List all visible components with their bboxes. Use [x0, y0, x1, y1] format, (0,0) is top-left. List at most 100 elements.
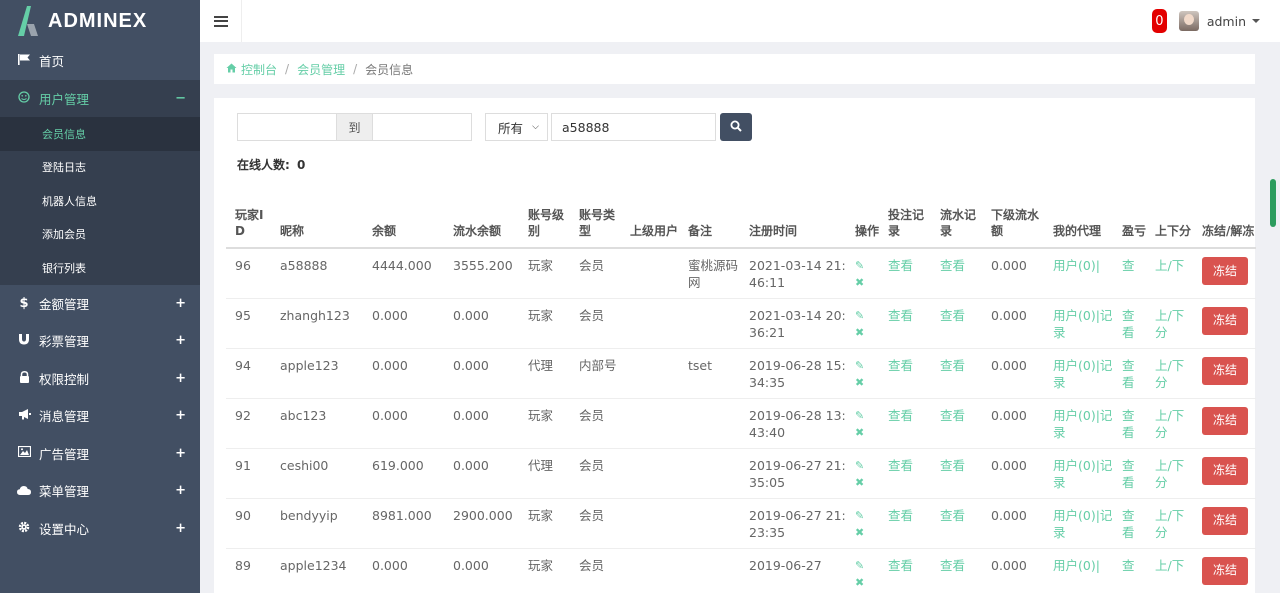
up-down-link[interactable]: 上/下分	[1146, 448, 1193, 499]
username[interactable]: admin	[1207, 14, 1246, 29]
up-down-link[interactable]: 上/下分	[1146, 498, 1193, 549]
profit-loss-link[interactable]: 查看	[1113, 398, 1146, 449]
up-down-link[interactable]: 上/下分	[1146, 398, 1193, 449]
sidebar-item-home[interactable]: 首页	[0, 42, 200, 80]
sidebar-item-lottery[interactable]: 彩票管理 +	[0, 322, 200, 360]
bet-records-link[interactable]: 查看	[879, 248, 931, 299]
flow-records-link[interactable]: 查看	[931, 298, 982, 349]
delete-icon[interactable]: ✖	[855, 376, 864, 389]
freeze-button[interactable]: 冻结	[1202, 257, 1248, 285]
delete-icon[interactable]: ✖	[855, 526, 864, 539]
flow-records-link[interactable]: 查看	[931, 548, 982, 593]
freeze-button[interactable]: 冻结	[1202, 456, 1248, 485]
logo[interactable]: ADMINEX	[0, 0, 200, 42]
sidebar-item-messages[interactable]: 消息管理 +	[0, 397, 200, 435]
filter-select[interactable]: 所有 ⌵	[485, 113, 548, 141]
sidebar-item-ads[interactable]: 广告管理 +	[0, 435, 200, 473]
menu-toggle-button[interactable]	[200, 0, 242, 42]
cell-id: 92	[226, 398, 271, 449]
flow-records-link[interactable]: 查看	[931, 248, 982, 299]
profit-loss-link[interactable]: 查	[1113, 548, 1146, 593]
bet-records-link[interactable]: 查看	[879, 498, 931, 549]
cell-flow: 3555.200	[444, 248, 519, 299]
my-agent-link[interactable]: 用户(0)|记录	[1044, 498, 1113, 549]
cell-balance: 0.000	[363, 548, 444, 593]
edit-icon[interactable]: ✎	[855, 559, 864, 572]
sidebar-item-users[interactable]: 用户管理 −	[0, 79, 200, 117]
expand-icon[interactable]: +	[175, 446, 186, 461]
expand-icon[interactable]: +	[175, 521, 186, 536]
up-down-link[interactable]: 上/下分	[1146, 298, 1193, 349]
freeze-button[interactable]: 冻结	[1202, 306, 1248, 335]
sidebar-subitem-bank-list[interactable]: 银行列表	[0, 251, 200, 285]
sidebar-item-settings[interactable]: 设置中心 +	[0, 510, 200, 548]
cell-subflow: 0.000	[982, 548, 1044, 593]
up-down-link[interactable]: 上/下分	[1146, 348, 1193, 399]
expand-icon[interactable]: +	[175, 408, 186, 423]
sidebar-item-money[interactable]: $ 金额管理 +	[0, 285, 200, 323]
freeze-button[interactable]: 冻结	[1202, 356, 1248, 385]
sidebar-subitem-login-log[interactable]: 登陆日志	[0, 151, 200, 185]
my-agent-link[interactable]: 用户(0)|记录	[1044, 348, 1113, 399]
up-down-link[interactable]: 上/下	[1146, 548, 1193, 593]
delete-icon[interactable]: ✖	[855, 576, 864, 589]
edit-icon[interactable]: ✎	[855, 409, 864, 422]
flow-records-link[interactable]: 查看	[931, 498, 982, 549]
my-agent-link[interactable]: 用户(0)|	[1044, 548, 1113, 593]
flow-records-link[interactable]: 查看	[931, 398, 982, 449]
bet-records-link[interactable]: 查看	[879, 298, 931, 349]
search-button[interactable]	[720, 113, 752, 141]
avatar[interactable]	[1178, 11, 1199, 31]
notification-badge[interactable]: 0	[1151, 9, 1167, 33]
bet-records-link[interactable]: 查看	[879, 348, 931, 399]
edit-icon[interactable]: ✎	[855, 459, 864, 472]
expand-icon[interactable]: +	[175, 371, 186, 386]
content-panel: 到 所有 ⌵ a58888 在线人数: 0 玩家ID 昵称 余额 流水余额 账号级别 账号…	[214, 98, 1256, 593]
delete-icon[interactable]: ✖	[855, 326, 864, 339]
logo-icon	[18, 6, 40, 36]
cell-nick: abc123	[271, 398, 363, 449]
expand-icon[interactable]: +	[175, 333, 186, 348]
sidebar-subitem-add-member[interactable]: 添加会员	[0, 218, 200, 252]
my-agent-link[interactable]: 用户(0)|记录	[1044, 398, 1113, 449]
sidebar-subitem-member-info[interactable]: 会员信息	[0, 117, 200, 151]
my-agent-link[interactable]: 用户(0)|记录	[1044, 448, 1113, 499]
profit-loss-link[interactable]: 查	[1113, 248, 1146, 299]
edit-icon[interactable]: ✎	[855, 259, 864, 272]
profit-loss-link[interactable]: 查看	[1113, 498, 1146, 549]
profit-loss-link[interactable]: 查看	[1113, 348, 1146, 399]
flow-records-link[interactable]: 查看	[931, 448, 982, 499]
bet-records-link[interactable]: 查看	[879, 398, 931, 449]
edit-icon[interactable]: ✎	[855, 359, 864, 372]
edit-icon[interactable]: ✎	[855, 309, 864, 322]
breadcrumb-parent-link[interactable]: 会员管理	[297, 61, 345, 78]
sidebar-subitem-robot-info[interactable]: 机器人信息	[0, 184, 200, 218]
sidebar-item-permissions[interactable]: 权限控制 +	[0, 360, 200, 398]
freeze-button[interactable]: 冻结	[1202, 506, 1248, 535]
bet-records-link[interactable]: 查看	[879, 448, 931, 499]
keyword-input[interactable]: a58888	[551, 113, 716, 141]
collapse-icon[interactable]: −	[175, 91, 186, 106]
my-agent-link[interactable]: 用户(0)|记录	[1044, 298, 1113, 349]
caret-down-icon[interactable]	[1252, 19, 1260, 23]
freeze-button[interactable]: 冻结	[1202, 406, 1248, 435]
delete-icon[interactable]: ✖	[855, 476, 864, 489]
delete-icon[interactable]: ✖	[855, 426, 864, 439]
up-down-link[interactable]: 上/下	[1146, 248, 1193, 299]
freeze-button[interactable]: 冻结	[1202, 556, 1248, 585]
date-from-input[interactable]	[237, 113, 337, 141]
cell-balance: 0.000	[363, 348, 444, 399]
my-agent-link[interactable]: 用户(0)|	[1044, 248, 1113, 299]
sidebar-item-menus[interactable]: 菜单管理 +	[0, 472, 200, 510]
scrollbar-thumb[interactable]	[1270, 179, 1276, 227]
expand-icon[interactable]: +	[175, 296, 186, 311]
breadcrumb-home-link[interactable]: 控制台	[241, 61, 277, 78]
date-to-input[interactable]	[372, 113, 472, 141]
expand-icon[interactable]: +	[175, 483, 186, 498]
bet-records-link[interactable]: 查看	[879, 548, 931, 593]
delete-icon[interactable]: ✖	[855, 276, 864, 289]
edit-icon[interactable]: ✎	[855, 509, 864, 522]
profit-loss-link[interactable]: 查看	[1113, 298, 1146, 349]
profit-loss-link[interactable]: 查看	[1113, 448, 1146, 499]
flow-records-link[interactable]: 查看	[931, 348, 982, 399]
